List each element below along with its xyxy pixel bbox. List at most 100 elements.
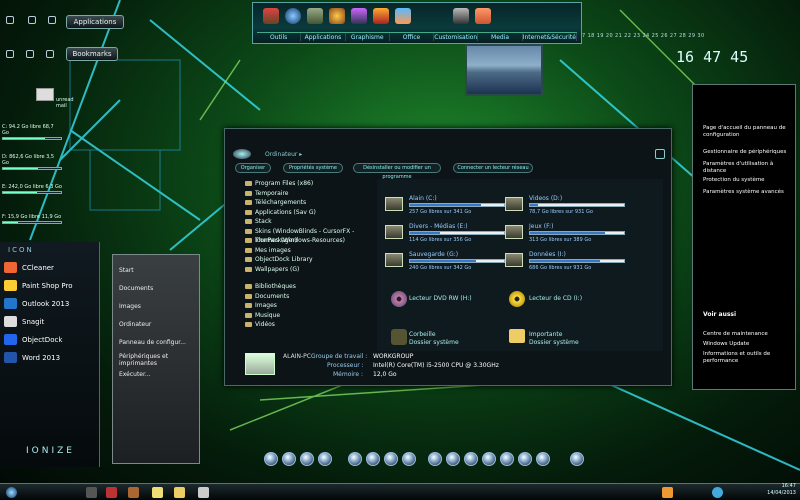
device-manager-link[interactable]: Gestionnaire de périphériques (703, 149, 786, 155)
mail-icon[interactable] (28, 16, 36, 24)
dvd-drive-label[interactable]: Lecteur DVD RW (H:) (409, 295, 472, 302)
system-properties-button[interactable]: Propriétés système (283, 163, 343, 173)
photo-widget[interactable] (465, 44, 543, 96)
tree-item[interactable]: Temporaire (239, 189, 371, 199)
menu-item[interactable]: Ordinateur (119, 321, 151, 328)
tray-clock[interactable]: 16:47 14/04/2013 (740, 483, 796, 497)
tree-item[interactable]: Documents (239, 292, 371, 302)
computer-icon[interactable] (6, 16, 14, 24)
dock-icon[interactable] (536, 452, 550, 466)
calendar-icon[interactable] (48, 16, 56, 24)
recycle-bin-label[interactable]: Corbeille (409, 331, 436, 338)
dock-icon[interactable] (264, 452, 278, 466)
tray-icon[interactable] (712, 487, 723, 498)
image-icon[interactable] (307, 8, 323, 24)
pencil-icon[interactable] (395, 8, 411, 24)
globe-icon[interactable] (285, 8, 301, 24)
launcher-item[interactable]: ObjectDock (22, 336, 62, 344)
tab-customisation[interactable]: Customisation (434, 33, 479, 41)
drive-item[interactable]: Données (I:) 686 Go libres sur 931 Go (505, 251, 637, 275)
note-icon[interactable] (475, 8, 491, 24)
close-window-icon[interactable] (655, 149, 665, 159)
dock-icon[interactable] (446, 452, 460, 466)
advanced-settings-link[interactable]: Paramètres système avancés (703, 189, 784, 195)
dock-icon[interactable] (518, 452, 532, 466)
paint-icon[interactable] (351, 8, 367, 24)
dock-icon[interactable] (500, 452, 514, 466)
taskbar-app-icon[interactable] (128, 487, 139, 498)
windows-update-link[interactable]: Windows Update (703, 341, 749, 347)
dock-icon[interactable] (300, 452, 314, 466)
tree-item[interactable]: Applications (Sav G) (239, 208, 371, 218)
tools-icon[interactable] (263, 8, 279, 24)
brush-icon[interactable] (373, 8, 389, 24)
tree-item[interactable]: Stack (239, 217, 371, 227)
dock-icon[interactable] (318, 452, 332, 466)
system-protection-link[interactable]: Protection du système (703, 177, 765, 183)
tree-item[interactable]: Vidéos (239, 320, 371, 330)
tree-item[interactable]: Musique (239, 311, 371, 321)
launcher-item[interactable]: CCleaner (22, 264, 54, 272)
mail-icon-large[interactable] (36, 88, 54, 101)
important-folder-label[interactable]: Importante (529, 331, 562, 338)
recycle-icon[interactable] (6, 50, 14, 58)
menu-item[interactable]: Périphériques et imprimantes (119, 353, 195, 367)
menu-item[interactable]: Exécuter... (119, 371, 151, 378)
organize-button[interactable]: Organiser (235, 163, 271, 173)
tray-icon[interactable] (662, 487, 673, 498)
map-drive-button[interactable]: Connecter un lecteur réseau (453, 163, 533, 173)
eye-icon[interactable] (329, 8, 345, 24)
tree-item[interactable]: Téléchargements (239, 198, 371, 208)
tree-item[interactable]: Skins (WindowBlinds - CursorFX - IconPac… (239, 227, 371, 244)
drive-item[interactable]: Divers - Médias (E:) 114 Go libres sur 35… (385, 223, 517, 247)
dock-icon[interactable] (366, 452, 380, 466)
remote-settings-link[interactable]: Paramètres d'utilisation à distance (703, 161, 791, 175)
taskbar-app-icon[interactable] (198, 487, 209, 498)
dock-icon[interactable] (348, 452, 362, 466)
back-arrow-icon[interactable] (233, 149, 251, 159)
performance-link[interactable]: Informations et outils de performance (703, 351, 791, 365)
dock-icon[interactable] (482, 452, 496, 466)
dock-icon[interactable] (384, 452, 398, 466)
taskbar-app-icon[interactable] (86, 487, 97, 498)
uninstall-button[interactable]: Désinstaller ou modifier un programme (353, 163, 441, 180)
menu-item[interactable]: Panneau de configur... (119, 339, 186, 346)
tab-internet[interactable]: Internet&Sécurité (523, 33, 577, 41)
tree-item[interactable]: ObjectDock Library (239, 255, 371, 265)
settings-icon[interactable] (26, 50, 34, 58)
tree-libraries[interactable]: Bibliothèques (239, 282, 371, 292)
tree-item[interactable]: Wallpapers (G) (239, 265, 371, 275)
cd-drive-label[interactable]: Lecteur de CD (I:) (529, 295, 582, 302)
taskbar-app-icon[interactable] (152, 487, 163, 498)
dock-icon[interactable] (464, 452, 478, 466)
dock-icon[interactable] (570, 452, 584, 466)
folder-important-icon[interactable] (509, 329, 525, 343)
tab-applications[interactable]: Applications (301, 33, 346, 41)
drive-item[interactable]: Jeux (F:) 313 Go libres sur 389 Go (505, 223, 637, 247)
cd-drive-icon[interactable] (509, 291, 525, 307)
tree-item[interactable]: Program Files (x86) (239, 179, 371, 189)
tab-office[interactable]: Office (390, 33, 435, 41)
breadcrumb[interactable]: Ordinateur ▸ (265, 151, 302, 158)
tree-item[interactable]: Mes images (239, 246, 371, 256)
menu-item[interactable]: Documents (119, 285, 153, 292)
drive-item[interactable]: Sauvegarde (G:) 240 Go libres sur 342 Go (385, 251, 517, 275)
bookmarks-button[interactable]: Bookmarks (66, 47, 118, 61)
applications-button[interactable]: Applications (66, 15, 124, 29)
taskbar-app-icon[interactable] (174, 487, 185, 498)
control-panel-home-link[interactable]: Page d'accueil du panneau de configurati… (703, 125, 791, 139)
start-orb-icon[interactable] (6, 487, 17, 498)
drive-item[interactable]: Alain (C:) 257 Go libres sur 341 Go (385, 195, 517, 219)
launcher-item[interactable]: Paint Shop Pro (22, 282, 72, 290)
dvd-drive-icon[interactable] (391, 291, 407, 307)
tab-graphisme[interactable]: Graphisme (346, 33, 390, 41)
launcher-item[interactable]: Word 2013 (22, 354, 60, 362)
dock-icon[interactable] (428, 452, 442, 466)
launcher-item[interactable]: Outlook 2013 (22, 300, 69, 308)
folder-icon[interactable] (46, 50, 54, 58)
tab-media[interactable]: Media (478, 33, 523, 41)
tree-item[interactable]: Themes (Windows-Resources) (239, 236, 371, 246)
tab-outils[interactable]: Outils (257, 33, 302, 41)
taskbar-app-icon[interactable] (106, 487, 117, 498)
maintenance-link[interactable]: Centre de maintenance (703, 331, 768, 337)
